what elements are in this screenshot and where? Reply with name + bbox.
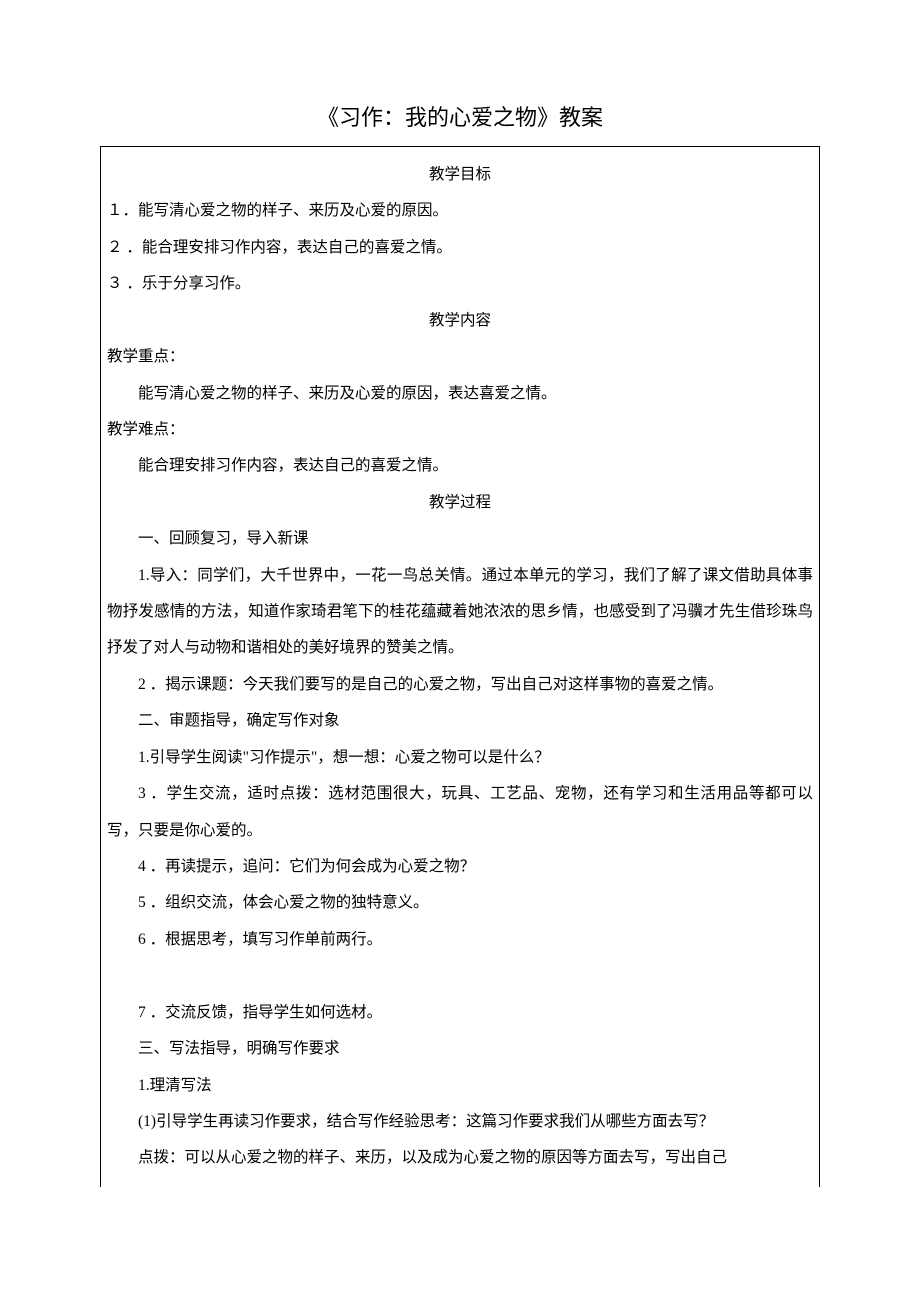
content-box: 教学目标 １．能写清心爱之物的样子、来历及心爱的原因。 ２ ．能合理安排习作内容… xyxy=(100,146,820,1187)
part2-item-6: 6 ．根据思考，填写习作单前两行。 xyxy=(107,922,813,958)
part3-tip: 点拨：可以从心爱之物的样子、来历，以及成为心爱之物的原因等方面去写，写出自己 xyxy=(107,1140,813,1176)
part3-sub-1: (1)引导学生再读习作要求，结合写作经验思考：这篇习作要求我们从哪些方面去写？ xyxy=(107,1104,813,1140)
part2-item-4: 4 ．再读提示，追问：它们为何会成为心爱之物？ xyxy=(107,849,813,885)
part1-item-2: 2 ．揭示课题：今天我们要写的是自己的心爱之物，写出自己对这样事物的喜爱之情。 xyxy=(107,667,813,703)
goal-item-3: ３ ．乐于分享习作。 xyxy=(107,266,813,302)
part1-heading: 一、回顾复习，导入新课 xyxy=(107,521,813,557)
keypoint-text: 能写清心爱之物的样子、来历及心爱的原因，表达喜爱之情。 xyxy=(107,376,813,412)
part2-heading: 二、审题指导，确定写作对象 xyxy=(107,703,813,739)
document-title: 《习作：我的心爱之物》教案 xyxy=(100,100,820,132)
goal-item-1: １．能写清心爱之物的样子、来历及心爱的原因。 xyxy=(107,193,813,229)
part2-item-5: 5 ．组织交流，体会心爱之物的独特意义。 xyxy=(107,885,813,921)
part3-item-1: 1.理清写法 xyxy=(107,1068,813,1104)
goal-item-2: ２ ．能合理安排习作内容，表达自己的喜爱之情。 xyxy=(107,230,813,266)
section-heading-content: 教学内容 xyxy=(107,303,813,339)
part1-item-1: 1.导入：同学们，大千世界中，一花一鸟总关情。通过本单元的学习，我们了解了课文借… xyxy=(107,558,813,667)
section-heading-goals: 教学目标 xyxy=(107,157,813,193)
section-heading-process: 教学过程 xyxy=(107,485,813,521)
part2-item-3: 3 ．学生交流，适时点拨：选材范围很大，玩具、工艺品、宠物，还有学习和生活用品等… xyxy=(107,776,813,849)
difficulty-text: 能合理安排习作内容，表达自己的喜爱之情。 xyxy=(107,448,813,484)
keypoint-label: 教学重点： xyxy=(107,339,813,375)
difficulty-label: 教学难点： xyxy=(107,412,813,448)
part2-item-7: 7 ．交流反馈，指导学生如何选材。 xyxy=(107,995,813,1031)
part2-item-1: 1.引导学生阅读"习作提示"，想一想：心爱之物可以是什么？ xyxy=(107,740,813,776)
page: 《习作：我的心爱之物》教案 教学目标 １．能写清心爱之物的样子、来历及心爱的原因… xyxy=(0,0,920,1267)
blank-line xyxy=(107,958,813,994)
part3-heading: 三、写法指导，明确写作要求 xyxy=(107,1031,813,1067)
